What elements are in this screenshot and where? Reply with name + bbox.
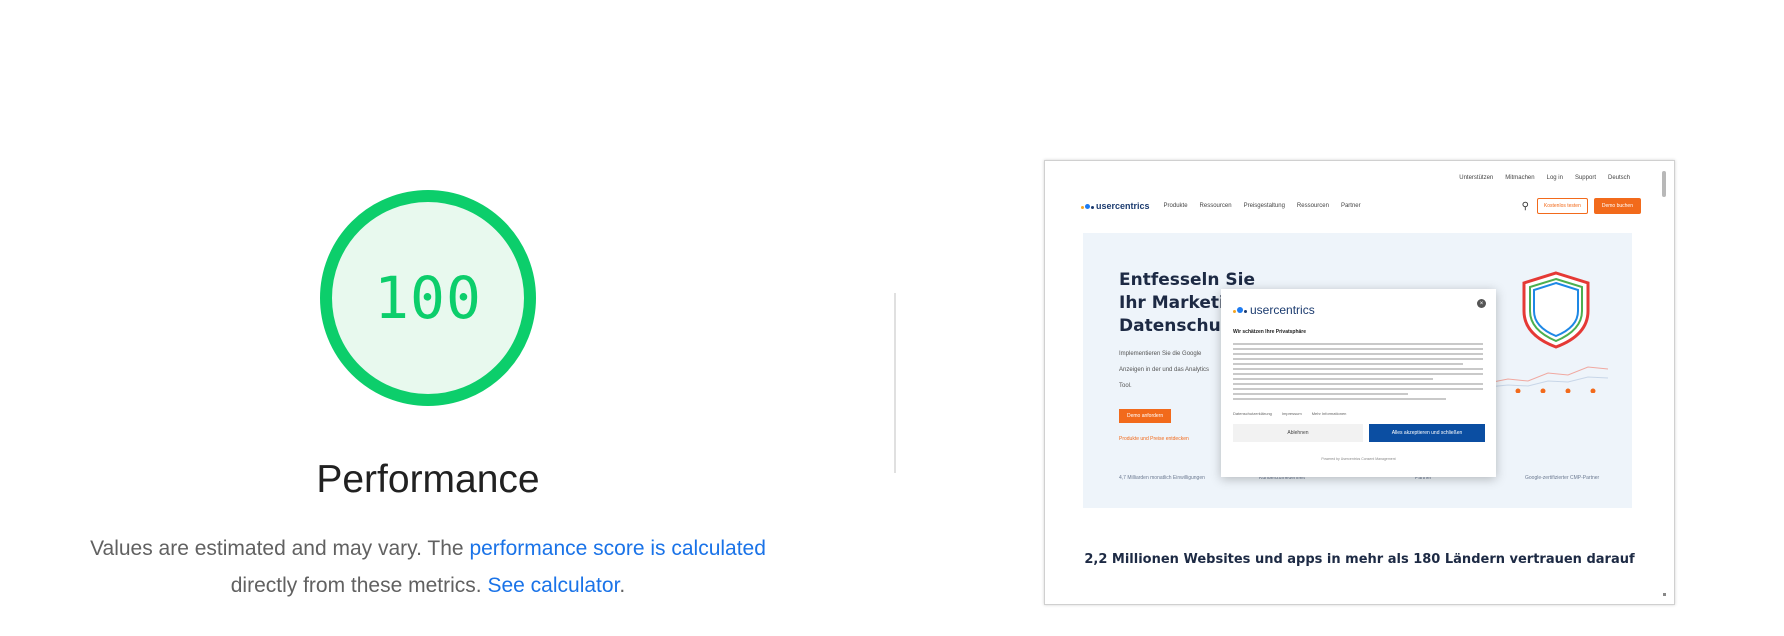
usercentrics-logo-icon: [1233, 307, 1247, 313]
site-top-link: Log in: [1546, 175, 1563, 181]
consent-heading: Wir schätzen Ihre Privatsphäre: [1233, 329, 1307, 335]
site-menu-item: Partner: [1340, 203, 1361, 209]
close-icon: ×: [1477, 299, 1486, 308]
site-menu-item: Preisgestaltung: [1243, 203, 1285, 209]
description-prefix: Values are estimated and may vary. The: [90, 537, 464, 560]
consent-body-text: [1233, 343, 1483, 403]
site-trust-heading: 2,2 Millionen Websites und apps in mehr …: [1084, 552, 1635, 567]
site-stat: 4,7 Milliarden monatlich Einwilligungen: [1119, 475, 1205, 481]
consent-link: Impressum: [1281, 411, 1302, 416]
site-menu-item: Produkte: [1163, 203, 1188, 209]
site-demo-button: Demo buchen: [1593, 198, 1641, 214]
site-stat: Google-zertifizierter CMP-Partner: [1525, 475, 1600, 481]
site-menu: Produkte Ressourcen Preisgestaltung Ress…: [1164, 203, 1361, 209]
certified-badge-icon: [1522, 271, 1590, 349]
site-trial-button: Kostenlos testen: [1536, 198, 1588, 214]
description-middle: directly from these metrics.: [230, 574, 482, 597]
score-calculation-link[interactable]: performance score is calculated: [469, 537, 765, 560]
cookie-consent-dialog: usercentrics × Wir schätzen Ihre Privats…: [1221, 289, 1496, 477]
performance-score-gauge[interactable]: 100: [316, 186, 540, 410]
site-scrollbar-thumb: [1662, 171, 1666, 197]
vertical-divider: [894, 293, 896, 473]
site-scroll-down-arrow: [1663, 593, 1666, 596]
site-hero-cta: Demo anfordern: [1119, 409, 1172, 423]
site-top-links: Unterstützen Mitmachen Log in Support De…: [1459, 175, 1630, 181]
lighthouse-summary: 100 Performance Values are estimated and…: [0, 0, 1784, 636]
search-icon: ⚲: [1521, 200, 1529, 212]
site-top-link: Mitmachen: [1505, 175, 1535, 181]
usercentrics-logo-icon: [1081, 203, 1094, 209]
consent-link: Datenschutzerklärung: [1233, 411, 1272, 416]
consent-links: Datenschutzerklärung Impressum Mehr Info…: [1233, 411, 1346, 416]
category-title: Performance: [316, 458, 540, 501]
score-value: 100: [374, 264, 482, 332]
consent-link: Mehr Informationen: [1311, 411, 1347, 416]
final-screenshot[interactable]: Unterstützen Mitmachen Log in Support De…: [1044, 160, 1675, 605]
site-top-link: Support: [1574, 175, 1596, 181]
mini-chart-graphic: [1488, 366, 1608, 393]
description-suffix: .: [619, 574, 626, 597]
consent-accept-button: Alles akzeptieren und schließen: [1369, 424, 1485, 442]
see-calculator-link[interactable]: See calculator: [487, 574, 619, 597]
consent-logo: usercentrics: [1233, 303, 1315, 317]
site-menu-item: Ressourcen: [1199, 203, 1232, 209]
site-top-link: Unterstützen: [1459, 175, 1494, 181]
site-logo: usercentrics: [1081, 201, 1150, 211]
site-top-link: Deutsch: [1607, 175, 1630, 181]
site-hero-paragraph: Implementieren Sie die Google Anzeigen i…: [1119, 351, 1210, 389]
consent-powered-by: Powered by Usercentrics Consent Manageme…: [1321, 457, 1396, 461]
site-hero-link: Produkte und Preise entdecken: [1119, 436, 1189, 442]
site-navbar: usercentrics Produkte Ressourcen Preisge…: [1081, 197, 1641, 215]
site-menu-item: Ressourcen: [1296, 203, 1329, 209]
site-logo-text: usercentrics: [1096, 201, 1150, 211]
consent-deny-button: Ablehnen: [1233, 424, 1363, 442]
consent-logo-text: usercentrics: [1250, 303, 1315, 317]
score-description: Values are estimated and may vary. The p…: [40, 530, 816, 604]
